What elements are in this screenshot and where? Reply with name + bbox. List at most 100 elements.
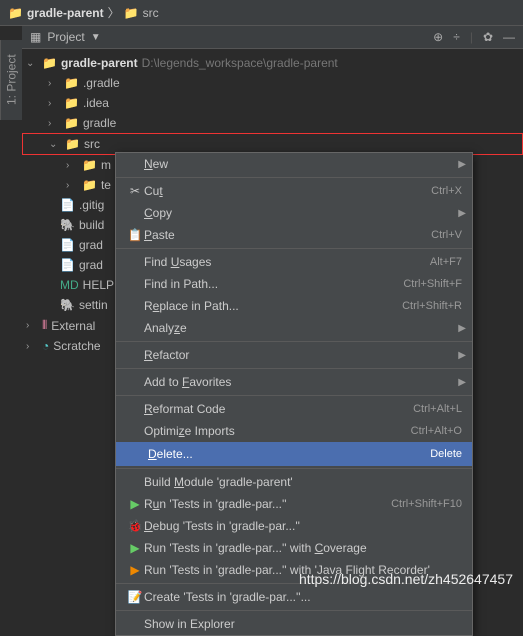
file-icon: 🐘 <box>60 218 75 232</box>
chevron-down-icon[interactable]: ⌄ <box>49 139 61 150</box>
tree-label: .idea <box>83 96 109 110</box>
menu-debug[interactable]: 🐞Debug 'Tests in 'gradle-par...'' <box>116 515 472 537</box>
breadcrumb: 📁 gradle-parent 〉 📁 src <box>0 0 523 26</box>
folder-icon: 📁 <box>64 116 79 130</box>
menu-run[interactable]: ▶Run 'Tests in 'gradle-par...''Ctrl+Shif… <box>116 493 472 515</box>
tree-label: HELP <box>83 278 114 292</box>
chevron-right-icon: ▶ <box>458 159 466 170</box>
tree-label: Scratche <box>53 339 100 353</box>
chevron-right-icon[interactable]: › <box>26 320 38 331</box>
menu-paste[interactable]: 📋PasteCtrl+V <box>116 224 472 246</box>
menu-build[interactable]: Build Module 'gradle-parent' <box>116 471 472 493</box>
chevron-right-icon[interactable]: › <box>66 180 78 191</box>
menu-separator <box>116 468 472 469</box>
chevron-right-icon: ▶ <box>458 323 466 334</box>
module-icon: 📁 <box>42 56 57 70</box>
project-icon: ▦ <box>30 30 41 44</box>
divider: | <box>470 30 473 44</box>
jfr-icon: ▶ <box>126 563 144 577</box>
chevron-right-icon[interactable]: › <box>48 118 60 129</box>
watermark: https://blog.csdn.net/zh452647457 <box>299 571 513 587</box>
tree-path: D:\legends_workspace\gradle-parent <box>142 56 338 70</box>
debug-icon: 🐞 <box>126 519 144 533</box>
chevron-right-icon: 〉 <box>108 4 120 21</box>
chevron-right-icon: ▶ <box>458 350 466 361</box>
menu-favorites[interactable]: Add to Favorites▶ <box>116 371 472 393</box>
tree-label: grad <box>79 238 103 252</box>
context-menu: New▶ ✂CutCtrl+X Copy▶ 📋PasteCtrl+V Find … <box>115 152 473 636</box>
menu-create[interactable]: 📝Create 'Tests in 'gradle-par...''... <box>116 586 472 608</box>
menu-separator <box>116 177 472 178</box>
menu-replace-in-path[interactable]: Replace in Path...Ctrl+Shift+R <box>116 295 472 317</box>
toolbar-label[interactable]: Project <box>47 30 84 44</box>
chevron-right-icon[interactable]: › <box>48 98 60 109</box>
chevron-down-icon[interactable]: ▼ <box>91 32 101 43</box>
tree-label: .gradle <box>83 76 120 90</box>
folder-icon: 📁 <box>64 76 79 90</box>
target-icon[interactable]: ⊕ <box>433 30 443 44</box>
create-icon: 📝 <box>126 590 144 604</box>
breadcrumb-root[interactable]: gradle-parent <box>27 6 104 20</box>
menu-separator <box>116 395 472 396</box>
menu-delete[interactable]: Delete...Delete <box>116 442 472 466</box>
tree-root[interactable]: ⌄ 📁 gradle-parent D:\legends_workspace\g… <box>22 53 523 73</box>
tree-label: .gitig <box>79 198 104 212</box>
menu-optimize[interactable]: Optimize ImportsCtrl+Alt+O <box>116 420 472 442</box>
tree-label: src <box>84 137 100 151</box>
library-icon: ⦀ <box>42 318 47 333</box>
menu-separator <box>116 341 472 342</box>
file-icon: 📄 <box>60 198 75 212</box>
chevron-right-icon: ▶ <box>458 377 466 388</box>
folder-icon: 📁 <box>65 137 80 151</box>
collapse-icon[interactable]: ÷ <box>453 30 460 44</box>
menu-coverage[interactable]: ▶Run 'Tests in 'gradle-par...'' with Cov… <box>116 537 472 559</box>
menu-reformat[interactable]: Reformat CodeCtrl+Alt+L <box>116 398 472 420</box>
menu-refactor[interactable]: Refactor▶ <box>116 344 472 366</box>
gear-icon[interactable]: ✿ <box>483 30 493 44</box>
folder-icon: 📁 <box>82 158 97 172</box>
folder-icon: 📁 <box>82 178 97 192</box>
tree-label: build <box>79 218 104 232</box>
project-toolbar: ▦ Project ▼ ⊕ ÷ | ✿ — <box>22 26 523 49</box>
chevron-right-icon: ▶ <box>458 208 466 219</box>
scratch-icon: ◔ <box>42 339 49 353</box>
menu-find-usages[interactable]: Find UsagesAlt+F7 <box>116 251 472 273</box>
tree-item[interactable]: › 📁 .gradle <box>22 73 523 93</box>
file-icon: MD <box>60 278 79 292</box>
menu-separator <box>116 368 472 369</box>
coverage-icon: ▶ <box>126 541 144 555</box>
tree-label: m <box>101 158 111 172</box>
menu-copy[interactable]: Copy▶ <box>116 202 472 224</box>
menu-cut[interactable]: ✂CutCtrl+X <box>116 180 472 202</box>
menu-find-in-path[interactable]: Find in Path...Ctrl+Shift+F <box>116 273 472 295</box>
tree-label: gradle-parent <box>61 56 138 70</box>
chevron-right-icon[interactable]: › <box>48 78 60 89</box>
menu-separator <box>116 248 472 249</box>
tree-label: External <box>51 319 95 333</box>
breadcrumb-child[interactable]: src <box>143 6 159 20</box>
tree-item[interactable]: › 📁 gradle <box>22 113 523 133</box>
tree-item[interactable]: › 📁 .idea <box>22 93 523 113</box>
folder-icon: 📁 <box>64 96 79 110</box>
chevron-right-icon[interactable]: › <box>66 160 78 171</box>
file-icon: 📄 <box>60 238 75 252</box>
cut-icon: ✂ <box>126 184 144 198</box>
folder-icon: 📁 <box>124 6 139 20</box>
tree-label: gradle <box>83 116 116 130</box>
menu-separator <box>116 610 472 611</box>
file-icon: 🐘 <box>60 298 75 312</box>
tree-label: grad <box>79 258 103 272</box>
file-icon: 📄 <box>60 258 75 272</box>
tree-label: te <box>101 178 111 192</box>
menu-explorer[interactable]: Show in Explorer <box>116 613 472 635</box>
menu-analyze[interactable]: Analyze▶ <box>116 317 472 339</box>
chevron-down-icon[interactable]: ⌄ <box>26 58 38 69</box>
menu-new[interactable]: New▶ <box>116 153 472 175</box>
side-tab-project[interactable]: 1: Project <box>0 40 22 120</box>
paste-icon: 📋 <box>126 228 144 242</box>
chevron-right-icon[interactable]: › <box>26 341 38 352</box>
tree-label: settin <box>79 298 108 312</box>
run-icon: ▶ <box>126 497 144 511</box>
hide-icon[interactable]: — <box>503 30 515 44</box>
folder-icon: 📁 <box>8 6 23 20</box>
